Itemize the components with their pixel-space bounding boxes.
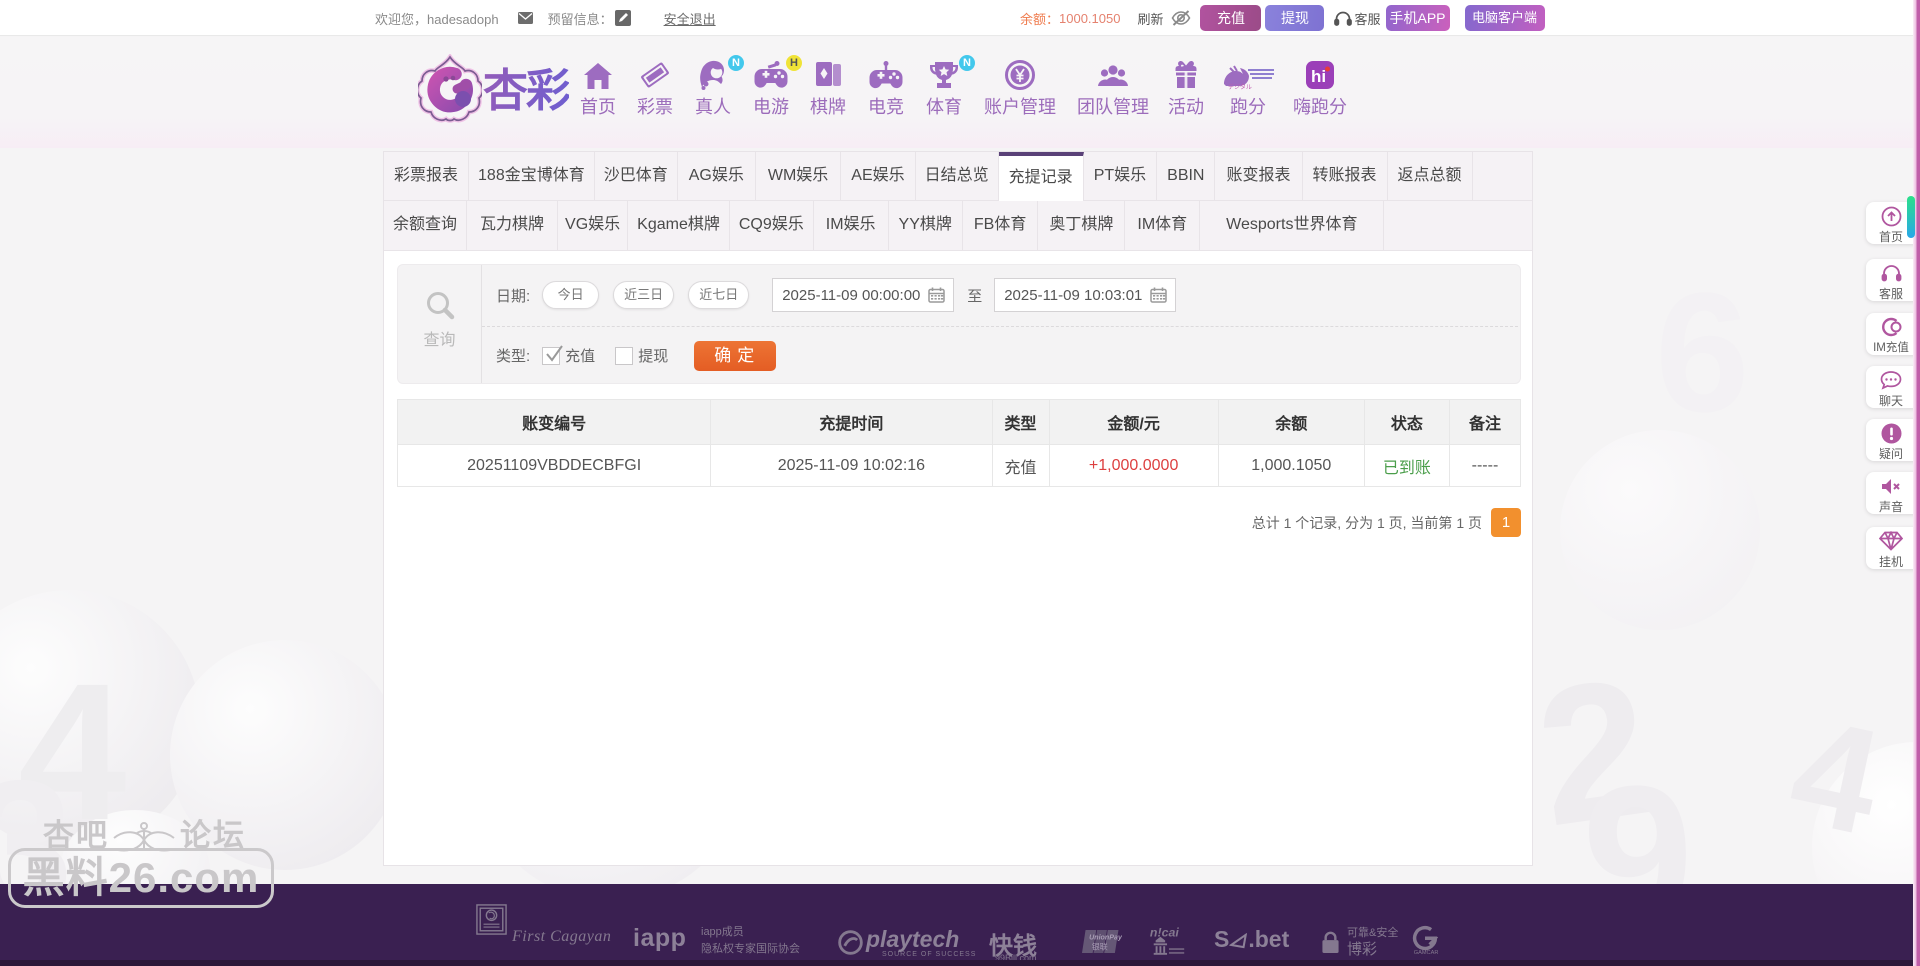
svg-text:n!cai: n!cai [1150, 926, 1179, 940]
svg-text:GAMCARE: GAMCARE [1414, 950, 1438, 956]
svg-text:hi: hi [1311, 67, 1326, 86]
svg-text:デジタル: デジタル [1228, 83, 1252, 90]
svg-text:银联: 银联 [1092, 942, 1108, 952]
svg-text:UnionPay: UnionPay [1089, 934, 1122, 942]
